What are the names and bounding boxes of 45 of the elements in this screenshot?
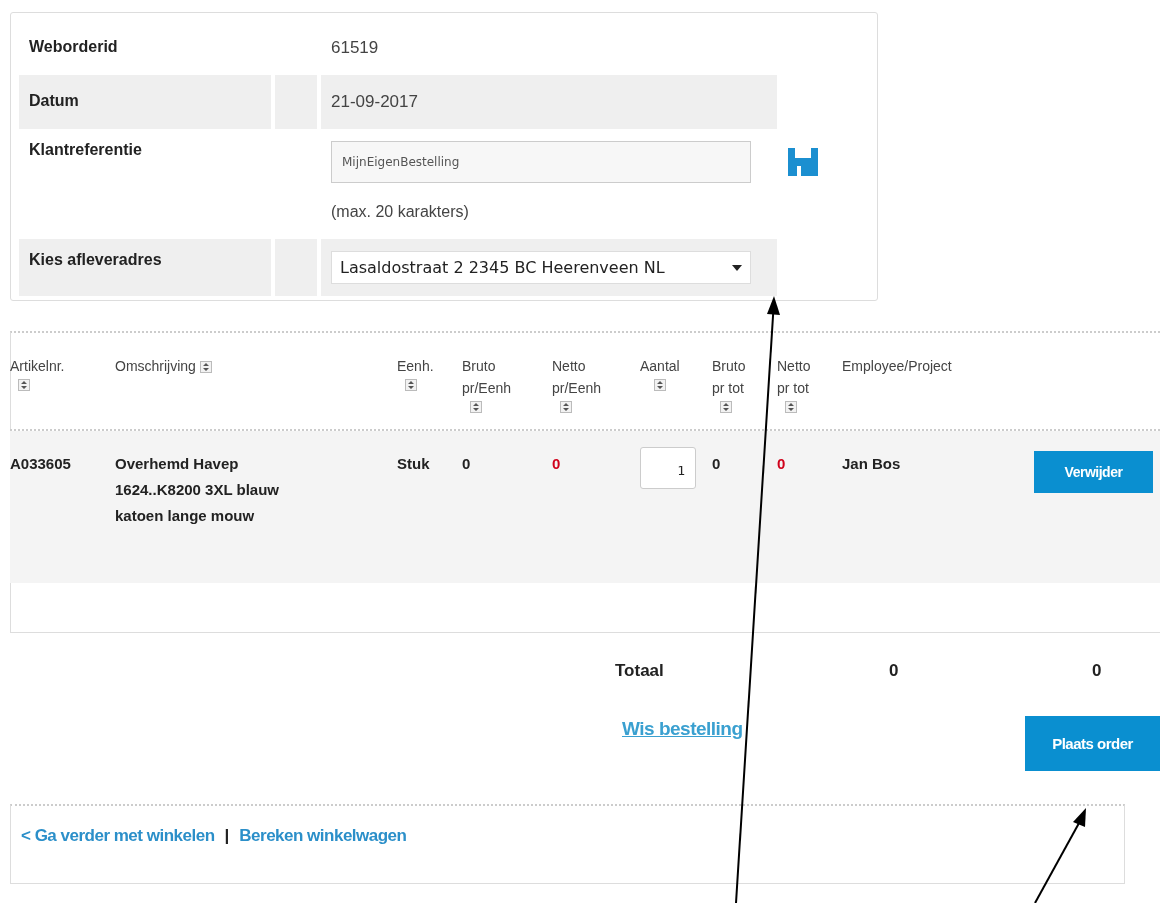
hint-text: (max. 20 karakters) [331,203,470,221]
column-header: Omschrijving [115,358,196,374]
sort-icon[interactable] [18,379,30,391]
column-header: Aantal [640,358,680,374]
sort-icon[interactable] [654,379,666,391]
field-label: Datum [29,92,79,109]
address-dropdown[interactable]: Lasaldostraat 2 2345 BC Heerenveen NL [331,251,751,284]
table-cell: Stuk [397,455,430,472]
column-header: Netto pr tot [777,358,811,396]
total-value: 0 [889,661,899,681]
recalculate-cart-link[interactable]: Bereken winkelwagen [239,826,407,846]
place-order-button[interactable]: Plaats order [1025,716,1160,771]
total-value: 0 [1092,661,1102,681]
remove-button[interactable]: Verwijder [1034,451,1153,493]
table-cell: Jan Bos [842,455,901,472]
table-cell: A033605 [10,455,71,472]
field-label: Kies afleveradres [29,251,162,268]
field-value: 61519 [331,38,379,57]
field-label: Klantreferentie [29,141,142,158]
column-header: Bruto pr/Eenh [462,358,512,396]
continue-shopping-link[interactable]: < Ga verder met winkelen [21,826,215,846]
table-cell: 0 [712,455,721,472]
clear-order-link[interactable]: Wis bestelling [622,718,743,740]
table-cell: Overhemd Havep 1624..K8200 3XL blauw katoen lange mouw [115,455,279,524]
column-header: Eenh. [397,358,434,374]
quantity-input[interactable]: 1 [640,447,696,489]
sort-icon[interactable] [785,401,797,413]
table-cell: 0 [462,455,471,472]
caret-icon [732,264,742,271]
column-header: Bruto pr tot [712,358,746,396]
sort-icon[interactable] [405,379,417,391]
sort-icon[interactable] [199,361,212,374]
column-header: Netto pr/Eenh [552,358,602,396]
field-value: 21-09-2017 [331,92,418,111]
sort-icon[interactable] [470,401,482,413]
total-label: Totaal [615,661,664,681]
column-header: Employee/Project [842,358,952,374]
reference-input[interactable]: MijnEigenBestelling [331,141,751,183]
table-cell: 0 [552,455,561,472]
column-header: Artikelnr. [10,358,65,374]
sort-icon[interactable] [720,401,732,413]
sort-icon[interactable] [560,401,572,413]
table-cell: 0 [777,455,786,472]
separator: | [224,826,230,846]
field-label: Weborderid [29,38,118,55]
